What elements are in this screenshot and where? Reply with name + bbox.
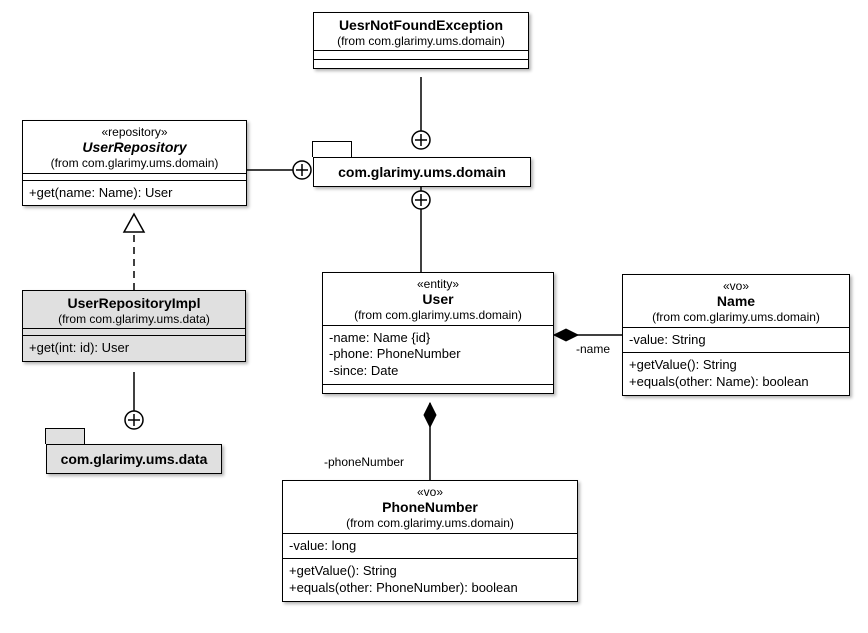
package-domain: com.glarimy.ums.domain [313, 157, 531, 187]
assoc-role-name: -name [576, 342, 610, 356]
package-name: com.glarimy.ums.data [46, 444, 222, 474]
class-from: (from com.glarimy.ums.domain) [29, 156, 240, 170]
class-stereo: «entity» [329, 277, 547, 291]
class-title: UesrNotFoundException [320, 17, 522, 34]
class-stereo: «vo» [629, 279, 843, 293]
class-user: «entity» User (from com.glarimy.ums.doma… [322, 272, 554, 394]
class-from: (from com.glarimy.ums.domain) [289, 516, 571, 530]
class-name-vo: «vo» Name (from com.glarimy.ums.domain) … [622, 274, 850, 396]
operation: +getValue(): String [289, 563, 571, 580]
attribute: -phone: PhoneNumber [329, 346, 547, 363]
class-from: (from com.glarimy.ums.domain) [329, 308, 547, 322]
class-title: UserRepository [29, 139, 240, 156]
operation: +get(int: id): User [23, 336, 245, 361]
class-from: (from com.glarimy.ums.domain) [320, 34, 522, 48]
assoc-role-phone: -phoneNumber [324, 455, 404, 469]
operation: +equals(other: PhoneNumber): boolean [289, 580, 571, 597]
class-title: Name [629, 293, 843, 310]
attribute: -name: Name {id} [329, 330, 547, 347]
package-name: com.glarimy.ums.domain [313, 157, 531, 187]
operation: +getValue(): String [629, 357, 843, 374]
package-data: com.glarimy.ums.data [46, 444, 222, 474]
class-user-repository: «repository» UserRepository (from com.gl… [22, 120, 247, 206]
class-from: (from com.glarimy.ums.domain) [629, 310, 843, 324]
class-user-repository-impl: UserRepositoryImpl (from com.glarimy.ums… [22, 290, 246, 362]
class-from: (from com.glarimy.ums.data) [29, 312, 239, 326]
class-stereo: «repository» [29, 125, 240, 139]
class-phonenumber-vo: «vo» PhoneNumber (from com.glarimy.ums.d… [282, 480, 578, 602]
attribute: -value: String [623, 328, 849, 354]
uml-diagram-canvas: UesrNotFoundException (from com.glarimy.… [0, 0, 868, 633]
class-title: User [329, 291, 547, 308]
class-title: UserRepositoryImpl [29, 295, 239, 312]
attribute: -since: Date [329, 363, 547, 380]
class-stereo: «vo» [289, 485, 571, 499]
package-tab-icon [312, 141, 352, 157]
class-title: PhoneNumber [289, 499, 571, 516]
package-tab-icon [45, 428, 85, 444]
operation: +equals(other: Name): boolean [629, 374, 843, 391]
class-exception: UesrNotFoundException (from com.glarimy.… [313, 12, 529, 69]
attribute: -value: long [283, 534, 577, 560]
operation: +get(name: Name): User [23, 181, 246, 206]
